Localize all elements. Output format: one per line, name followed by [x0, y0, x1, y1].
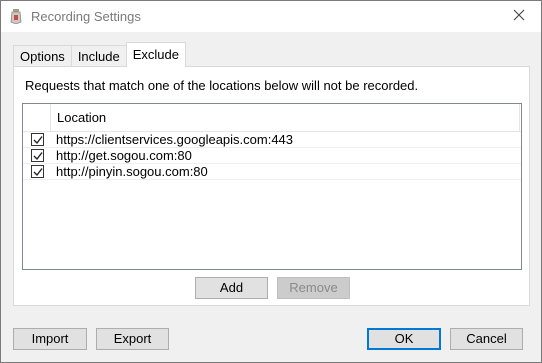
- list-item[interactable]: http://pinyin.sogou.com:80: [23, 164, 521, 180]
- title-bar: Recording Settings: [1, 1, 541, 32]
- row-location: https://clientservices.googleapis.com:44…: [56, 132, 294, 147]
- ok-button[interactable]: OK: [367, 328, 441, 350]
- tab-options[interactable]: Options: [13, 45, 72, 67]
- import-button[interactable]: Import: [13, 328, 87, 350]
- close-button[interactable]: [497, 1, 541, 32]
- row-checkbox[interactable]: [31, 133, 44, 146]
- list-item[interactable]: https://clientservices.googleapis.com:44…: [23, 132, 521, 148]
- checkmark-icon: [33, 168, 43, 177]
- checkmark-icon: [33, 136, 43, 145]
- row-location: http://get.sogou.com:80: [56, 148, 192, 163]
- checkbox-column-header[interactable]: [23, 104, 51, 132]
- tab-exclude[interactable]: Exclude: [125, 42, 186, 67]
- export-button[interactable]: Export: [96, 328, 169, 350]
- window-title: Recording Settings: [31, 9, 141, 24]
- cancel-button[interactable]: Cancel: [450, 328, 523, 350]
- location-list[interactable]: Location https://clientservices.googleap…: [22, 103, 522, 270]
- exclude-description: Requests that match one of the locations…: [25, 78, 419, 93]
- location-column-header[interactable]: Location: [51, 104, 520, 132]
- tab-include[interactable]: Include: [70, 45, 127, 67]
- recording-settings-dialog: Recording Settings Options Include Exclu…: [0, 0, 542, 363]
- settings-tabs: Options Include Exclude: [13, 42, 186, 67]
- recorder-app-icon: [10, 9, 22, 25]
- remove-button[interactable]: Remove: [277, 277, 350, 299]
- list-header: Location: [23, 104, 521, 132]
- add-button[interactable]: Add: [195, 277, 268, 299]
- checkmark-icon: [33, 152, 43, 161]
- row-checkbox[interactable]: [31, 165, 44, 178]
- list-item[interactable]: http://get.sogou.com:80: [23, 148, 521, 164]
- close-icon: [513, 9, 525, 24]
- row-location: http://pinyin.sogou.com:80: [56, 164, 208, 179]
- exclude-panel: Requests that match one of the locations…: [13, 66, 530, 306]
- row-checkbox[interactable]: [31, 149, 44, 162]
